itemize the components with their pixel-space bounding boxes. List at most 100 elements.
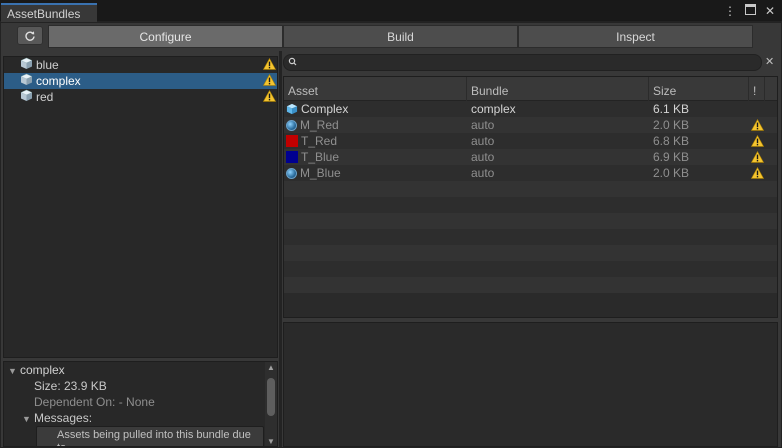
size-cell: 6.1 KB <box>653 102 690 116</box>
asset-cell: Complex <box>284 101 467 117</box>
size-cell: 2.0 KB <box>653 166 690 180</box>
expand-triangle-icon[interactable]: ▼ <box>22 411 32 427</box>
texture-swatch-icon <box>286 151 298 163</box>
asset-cell: T_Blue <box>284 149 467 165</box>
panel-splitter[interactable] <box>279 51 282 448</box>
details-header[interactable]: ▼ complex <box>4 362 277 378</box>
search-field[interactable] <box>283 54 762 71</box>
message-box: Assets being pulled into this bundle due… <box>36 426 264 446</box>
warning-cell <box>749 117 765 133</box>
column-header-asset[interactable]: Asset <box>284 77 467 101</box>
bundle-cell: auto <box>471 166 495 180</box>
table-row-empty <box>284 181 777 197</box>
bundle-item-complex[interactable]: complex <box>4 73 277 89</box>
mode-tabs: Configure Build Inspect <box>48 25 753 48</box>
table-row[interactable]: T_Red auto 6.8 KB <box>284 133 777 149</box>
size-cell: 6.9 KB <box>653 150 690 164</box>
asset-cell: M_Red <box>284 117 467 133</box>
warning-cell <box>749 149 765 165</box>
bundle-cell: auto <box>471 118 495 132</box>
asset-table: Asset Bundle Size ! Complex complex 6.1 KB… <box>283 76 778 318</box>
kebab-menu-icon[interactable]: ⋮ <box>724 4 736 18</box>
window-titlebar: AssetBundles ⋮ ✕ <box>0 0 782 23</box>
table-row-empty <box>284 261 777 277</box>
size-cell: 6.8 KB <box>653 134 690 148</box>
bundle-list: blue complex red <box>3 56 278 358</box>
details-dependent-on: Dependent On: - None <box>34 395 155 409</box>
warning-icon <box>751 167 764 179</box>
message-text: Assets being pulled into this bundle due… <box>57 429 251 446</box>
messages-label: Messages: <box>34 411 93 425</box>
details-scrollbar[interactable]: ▲ ▼ <box>265 362 277 446</box>
warning-icon <box>262 89 277 105</box>
details-bundle-name: complex <box>20 363 65 377</box>
messages-foldout[interactable]: ▼ Messages: <box>4 410 277 426</box>
tab-configure[interactable]: Configure <box>48 25 283 48</box>
scrollbar-thumb[interactable] <box>267 378 275 416</box>
warning-icon <box>262 57 277 73</box>
table-body: Complex complex 6.1 KB M_Red auto 2.0 KB T_Red… <box>284 101 777 293</box>
close-icon[interactable]: ✕ <box>764 4 776 18</box>
search-input[interactable] <box>300 56 750 69</box>
clear-search-icon[interactable]: ✕ <box>765 55 774 68</box>
warning-icon <box>751 151 764 163</box>
asset-name: M_Blue <box>300 166 341 180</box>
bundle-item-label: blue <box>36 58 59 72</box>
asset-name: T_Red <box>301 134 338 148</box>
column-header-size[interactable]: Size <box>649 77 749 101</box>
asset-bundles-panel: Configure Build Inspect blue complex red ▼ co… <box>0 22 782 448</box>
scroll-down-icon[interactable]: ▼ <box>265 436 277 446</box>
warning-icon <box>751 119 764 131</box>
warning-cell <box>749 133 765 149</box>
size-cell: 2.0 KB <box>653 118 690 132</box>
table-row[interactable]: M_Blue auto 2.0 KB <box>284 165 777 181</box>
maximize-icon[interactable] <box>744 4 756 18</box>
table-row-empty <box>284 197 777 213</box>
warning-icon <box>262 73 277 89</box>
material-sphere-icon <box>286 167 297 179</box>
column-header-bundle[interactable]: Bundle <box>467 77 649 101</box>
table-row[interactable]: M_Red auto 2.0 KB <box>284 117 777 133</box>
texture-swatch-icon <box>286 135 298 147</box>
search-icon <box>288 57 297 66</box>
warning-cell <box>749 101 765 117</box>
bundle-cell: auto <box>471 150 495 164</box>
bundle-item-label: complex <box>36 74 81 88</box>
tab-inspect[interactable]: Inspect <box>518 25 753 48</box>
tab-build[interactable]: Build <box>283 25 518 48</box>
expand-triangle-icon[interactable]: ▼ <box>8 363 18 379</box>
window-controls: ⋮ ✕ <box>724 4 776 18</box>
table-row[interactable]: Complex complex 6.1 KB <box>284 101 777 117</box>
bundle-cell: auto <box>471 134 495 148</box>
table-row[interactable]: T_Blue auto 6.9 KB <box>284 149 777 165</box>
material-sphere-icon <box>286 119 297 131</box>
table-header: Asset Bundle Size ! <box>284 77 777 101</box>
prefab-cube-icon <box>286 103 298 115</box>
bundle-details: ▼ complex Size: 23.9 KB Dependent On: - N… <box>3 361 278 447</box>
bundle-item-blue[interactable]: blue <box>4 57 277 73</box>
refresh-icon <box>25 30 35 41</box>
scroll-up-icon[interactable]: ▲ <box>265 362 277 374</box>
asset-details-panel <box>283 322 778 447</box>
asset-cell: M_Blue <box>284 165 467 181</box>
table-row-empty <box>284 213 777 229</box>
table-row-empty <box>284 229 777 245</box>
bundle-item-label: red <box>36 90 54 104</box>
table-row-empty <box>284 245 777 261</box>
asset-name: T_Blue <box>301 150 340 164</box>
warning-cell <box>749 165 765 181</box>
bundle-cube-icon <box>20 57 33 73</box>
bundle-item-red[interactable]: red <box>4 89 277 105</box>
asset-cell: T_Red <box>284 133 467 149</box>
refresh-button[interactable] <box>17 26 43 45</box>
details-size: Size: 23.9 KB <box>34 379 107 393</box>
column-header-warning[interactable]: ! <box>749 77 765 101</box>
window-tab[interactable]: AssetBundles <box>1 3 97 23</box>
bundle-cell: complex <box>471 102 516 116</box>
asset-name: Complex <box>301 102 349 116</box>
bundle-cube-icon <box>20 89 33 105</box>
warning-icon <box>751 135 764 147</box>
asset-name: M_Red <box>300 118 339 132</box>
table-row-empty <box>284 277 777 293</box>
bundle-cube-icon <box>20 73 33 89</box>
